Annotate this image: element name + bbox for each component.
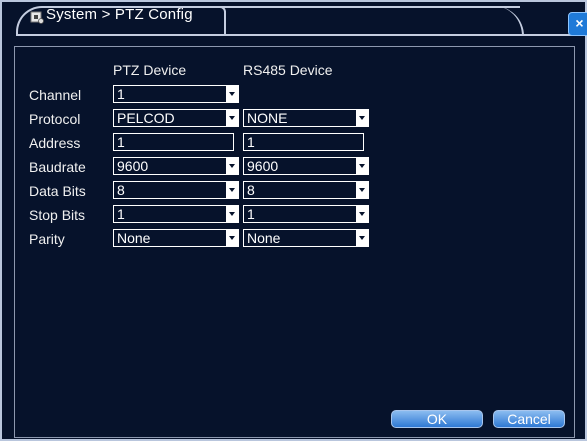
ok-button[interactable]: OK (391, 410, 483, 428)
dropdown-arrow-icon[interactable] (356, 206, 368, 222)
dropdown-arrow-icon[interactable] (226, 110, 238, 126)
protocol-label: Protocol (29, 111, 81, 127)
dropdown-arrow-icon[interactable] (356, 182, 368, 198)
rs485-stop-bits-value: 1 (247, 206, 255, 222)
ptz-data-bits-select[interactable]: 8 (113, 181, 239, 199)
column-header-rs485: RS485 Device (243, 62, 333, 78)
column-header-ptz: PTZ Device (113, 62, 187, 78)
ptz-config-window: System > PTZ Config × PTZ Device RS485 D… (0, 0, 587, 441)
dropdown-arrow-icon[interactable] (226, 182, 238, 198)
ptz-protocol-select[interactable]: PELCOD (113, 109, 239, 127)
dropdown-arrow-icon[interactable] (226, 158, 238, 174)
ptz-config-panel: PTZ Device RS485 Device Channel 1 Protoc… (14, 46, 575, 438)
close-icon: × (575, 15, 584, 31)
title-underline (16, 34, 572, 36)
channel-value: 1 (117, 86, 125, 102)
channel-label: Channel (29, 87, 82, 103)
dropdown-arrow-icon[interactable] (356, 158, 368, 174)
baudrate-label: Baudrate (29, 159, 86, 175)
dropdown-arrow-icon[interactable] (226, 206, 238, 222)
dropdown-arrow-icon[interactable] (356, 110, 368, 126)
stop-bits-label: Stop Bits (29, 207, 86, 223)
rs485-parity-select[interactable]: None (243, 229, 369, 247)
rs485-protocol-value: NONE (247, 110, 288, 126)
rs485-address-value: 1 (247, 134, 255, 150)
ptz-stop-bits-value: 1 (117, 206, 125, 222)
rs485-data-bits-select[interactable]: 8 (243, 181, 369, 199)
ptz-parity-value: None (117, 230, 151, 246)
cancel-button[interactable]: Cancel (493, 410, 565, 428)
close-button[interactable]: × (568, 12, 587, 36)
rs485-parity-value: None (247, 230, 281, 246)
ptz-parity-select[interactable]: None (113, 229, 239, 247)
parity-label: Parity (29, 231, 65, 247)
rs485-address-input[interactable]: 1 (243, 133, 364, 151)
ptz-protocol-value: PELCOD (117, 110, 175, 126)
ptz-address-input[interactable]: 1 (113, 133, 234, 151)
rs485-protocol-select[interactable]: NONE (243, 109, 369, 127)
channel-select[interactable]: 1 (113, 85, 239, 103)
dropdown-arrow-icon[interactable] (226, 230, 238, 246)
title-bar: System > PTZ Config × (2, 2, 587, 38)
rs485-data-bits-value: 8 (247, 182, 255, 198)
ptz-data-bits-value: 8 (117, 182, 125, 198)
dropdown-arrow-icon[interactable] (226, 86, 238, 102)
window-title: System > PTZ Config (46, 6, 193, 23)
rs485-baudrate-select[interactable]: 9600 (243, 157, 369, 175)
rs485-baudrate-value: 9600 (247, 158, 279, 174)
ptz-baudrate-value: 9600 (117, 158, 149, 174)
rs485-stop-bits-select[interactable]: 1 (243, 205, 369, 223)
data-bits-label: Data Bits (29, 183, 86, 199)
ptz-address-value: 1 (117, 134, 125, 150)
ptz-stop-bits-select[interactable]: 1 (113, 205, 239, 223)
dropdown-arrow-icon[interactable] (356, 230, 368, 246)
address-label: Address (29, 135, 81, 151)
settings-icon (30, 11, 44, 24)
ptz-baudrate-select[interactable]: 9600 (113, 157, 239, 175)
